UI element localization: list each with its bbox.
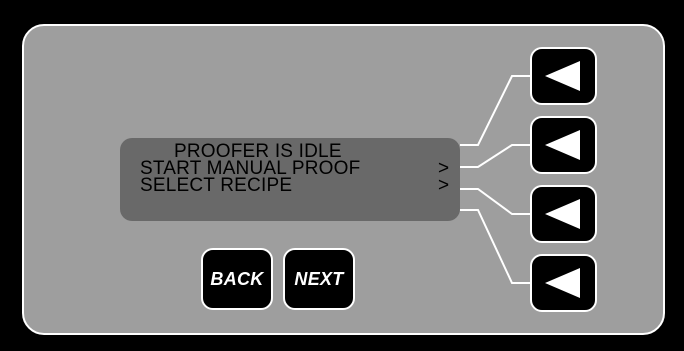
left-triangle-icon — [545, 268, 580, 298]
left-triangle-icon — [545, 61, 580, 91]
next-button[interactable]: NEXT — [283, 248, 355, 310]
softkey-1-button[interactable] — [530, 47, 597, 105]
back-button[interactable]: BACK — [201, 248, 273, 310]
softkey-4-button[interactable] — [530, 254, 597, 312]
softkey-3-button[interactable] — [530, 185, 597, 243]
left-triangle-icon — [545, 199, 580, 229]
left-triangle-icon — [545, 130, 580, 160]
lcd-arrow-2: > — [438, 175, 450, 196]
lcd-display: PROOFER IS IDLE START MANUAL PROOF > SEL… — [120, 138, 460, 221]
control-panel-screen: PROOFER IS IDLE START MANUAL PROOF > SEL… — [0, 0, 684, 351]
softkey-2-button[interactable] — [530, 116, 597, 174]
lcd-line-select-recipe: SELECT RECIPE — [140, 175, 293, 196]
